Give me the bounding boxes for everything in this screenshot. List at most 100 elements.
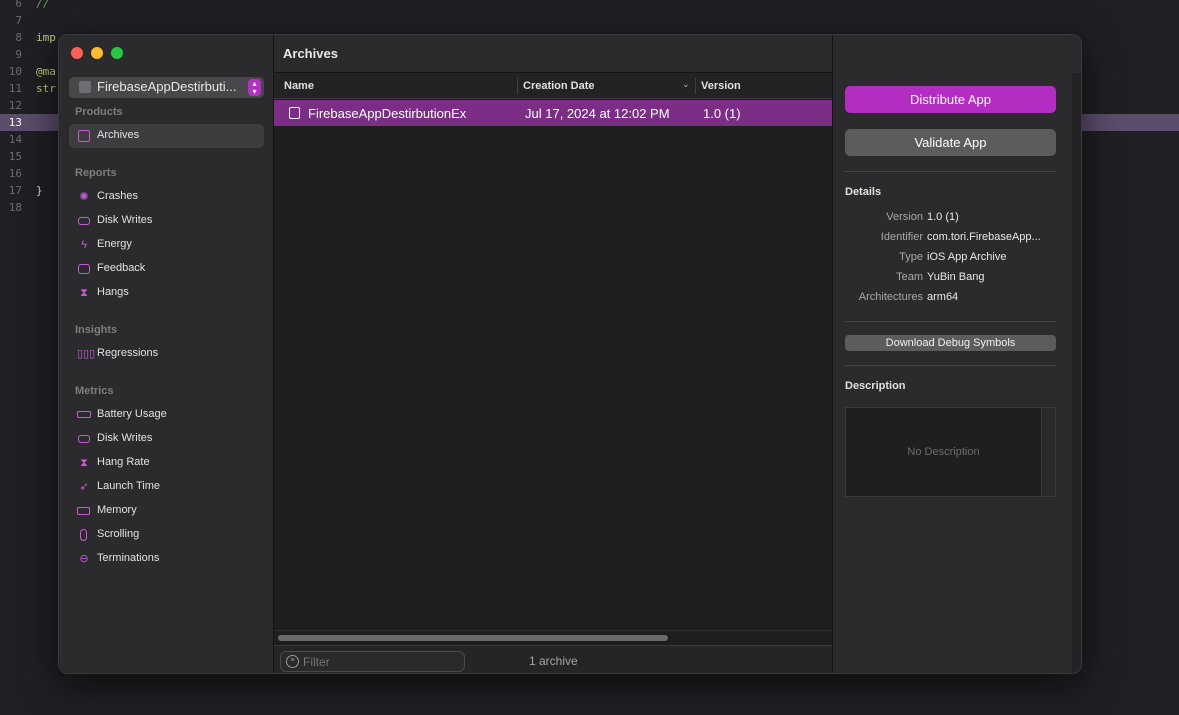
description-textarea[interactable]: No Description — [845, 407, 1056, 497]
archive-icon — [77, 129, 91, 143]
bar-chart-icon: ▯▯▯ — [77, 348, 96, 360]
section-header-insights: Insights — [75, 324, 118, 336]
table-row[interactable]: FirebaseAppDestirbutionEx Jul 17, 2024 a… — [274, 100, 832, 126]
sidebar-item-feedback[interactable]: Feedback — [69, 257, 264, 281]
description-scrollbar[interactable] — [1041, 408, 1055, 496]
minimize-window-button[interactable] — [91, 47, 103, 59]
sidebar-item-hang-rate[interactable]: ⧗ Hang Rate — [69, 451, 264, 475]
detail-key: Architectures — [858, 291, 923, 303]
table-header: Name Creation Date ⌄ Version — [274, 73, 832, 99]
rocket-icon: ➶ — [79, 481, 89, 493]
organizer-window: FirebaseAppDestirbuti... ▴ ▾ Products Arc… — [58, 34, 1082, 674]
sidebar-item-label: Energy — [97, 238, 132, 250]
sidebar-item-scrolling[interactable]: Scrolling — [69, 523, 264, 547]
sidebar-item-disk-writes[interactable]: Disk Writes — [69, 209, 264, 233]
sidebar-item-energy[interactable]: ϟ Energy — [69, 233, 264, 257]
distribute-app-button[interactable]: Distribute App — [845, 86, 1056, 113]
sidebar-item-launch-time[interactable]: ➶ Launch Time — [69, 475, 264, 499]
section-header-products: Products — [75, 106, 123, 118]
sidebar-item-label: Scrolling — [97, 528, 140, 540]
description-heading: Description — [845, 380, 906, 392]
validate-app-button[interactable]: Validate App — [845, 129, 1056, 156]
detail-value: arm64 — [927, 291, 959, 303]
description-placeholder: No Description — [907, 446, 980, 458]
sidebar-item-label: Regressions — [97, 347, 159, 359]
sidebar-item-label: Feedback — [97, 262, 146, 274]
column-header-version[interactable]: Version — [701, 80, 741, 92]
archive-version: 1.0 (1) — [703, 106, 741, 121]
sidebar-item-label: Hang Rate — [97, 456, 150, 468]
filter-icon: ≡ — [286, 655, 299, 668]
column-header-creation-date[interactable]: Creation Date — [523, 80, 595, 92]
sidebar-item-terminations[interactable]: ⊖ Terminations — [69, 547, 264, 571]
sidebar-item-crashes[interactable]: ✺ Crashes — [69, 185, 264, 209]
archives-pane: Archives Name Creation Date ⌄ Version Fi… — [274, 35, 832, 673]
inspector-scrollbar[interactable] — [1072, 73, 1081, 673]
sidebar-item-archives[interactable]: Archives — [69, 124, 264, 148]
sidebar-item-hangs[interactable]: ⧗ Hangs — [69, 281, 264, 305]
hourglass-icon: ⧗ — [80, 457, 88, 469]
close-window-button[interactable] — [71, 47, 83, 59]
memory-icon — [77, 504, 91, 518]
app-selector-label: FirebaseAppDestirbuti... — [97, 79, 237, 94]
detail-key: Type — [899, 251, 923, 263]
detail-key: Version — [886, 211, 923, 223]
sidebar-item-label: Disk Writes — [97, 214, 153, 226]
column-divider[interactable] — [695, 78, 696, 94]
up-down-chevron-icon: ▴ ▾ — [248, 79, 261, 96]
app-selector[interactable]: FirebaseAppDestirbuti... ▴ ▾ — [69, 77, 264, 98]
sidebar-item-label: Terminations — [97, 552, 160, 564]
sidebar-item-label: Disk Writes — [97, 432, 153, 444]
detail-value: com.tori.FirebaseApp... — [927, 231, 1041, 243]
sidebar-item-label: Battery Usage — [97, 408, 167, 420]
page-title: Archives — [283, 46, 338, 61]
sidebar-item-metrics-disk-writes[interactable]: Disk Writes — [69, 427, 264, 451]
archive-date: Jul 17, 2024 at 12:02 PM — [525, 106, 670, 121]
sidebar-item-label: Memory — [97, 504, 137, 516]
filter-input[interactable] — [303, 655, 458, 669]
disk-icon — [77, 214, 91, 228]
bolt-icon: ϟ — [81, 239, 87, 251]
details-heading: Details — [845, 186, 882, 198]
sidebar-item-battery-usage[interactable]: Battery Usage — [69, 403, 264, 427]
archive-name: FirebaseAppDestirbutionEx — [308, 106, 467, 121]
disk-icon — [77, 432, 91, 446]
sidebar: FirebaseAppDestirbuti... ▴ ▾ Products Arc… — [59, 35, 274, 673]
detail-key: Identifier — [880, 231, 923, 243]
filter-field[interactable]: ≡ — [280, 651, 465, 672]
column-divider[interactable] — [517, 78, 518, 94]
bottom-bar: ≡ 1 archive — [274, 645, 832, 673]
speech-bubble-icon — [77, 262, 91, 276]
minus-circle-icon: ⊖ — [79, 553, 89, 565]
divider — [845, 365, 1056, 366]
column-header-name[interactable]: Name — [284, 80, 314, 92]
sidebar-item-label: Crashes — [97, 190, 138, 202]
hourglass-icon: ⧗ — [80, 287, 88, 299]
code-line: 7 — [15, 14, 22, 27]
sidebar-item-regressions[interactable]: ▯▯▯ Regressions — [69, 342, 264, 366]
archive-file-icon — [289, 107, 300, 119]
code-line: 6// — [15, 0, 50, 10]
sidebar-item-label: Hangs — [97, 286, 129, 298]
archive-count: 1 archive — [529, 654, 578, 668]
crash-icon: ✺ — [79, 191, 89, 203]
divider — [845, 321, 1056, 322]
horizontal-scrollbar[interactable] — [278, 635, 668, 641]
scroll-icon — [77, 528, 91, 542]
sort-descending-icon: ⌄ — [682, 79, 690, 89]
detail-value: 1.0 (1) — [927, 211, 959, 223]
battery-icon — [77, 408, 91, 422]
sidebar-item-label: Launch Time — [97, 480, 160, 492]
sidebar-item-memory[interactable]: Memory — [69, 499, 264, 523]
detail-value: YuBin Bang — [927, 271, 985, 283]
archives-title-bar: Archives — [274, 35, 832, 73]
app-icon — [79, 81, 91, 93]
zoom-window-button[interactable] — [111, 47, 123, 59]
detail-key: Team — [896, 271, 923, 283]
download-debug-symbols-button[interactable]: Download Debug Symbols — [845, 335, 1056, 351]
divider — [845, 171, 1056, 172]
section-header-metrics: Metrics — [75, 385, 114, 397]
detail-value: iOS App Archive — [927, 251, 1007, 263]
section-header-reports: Reports — [75, 167, 117, 179]
sidebar-item-label: Archives — [97, 129, 140, 141]
